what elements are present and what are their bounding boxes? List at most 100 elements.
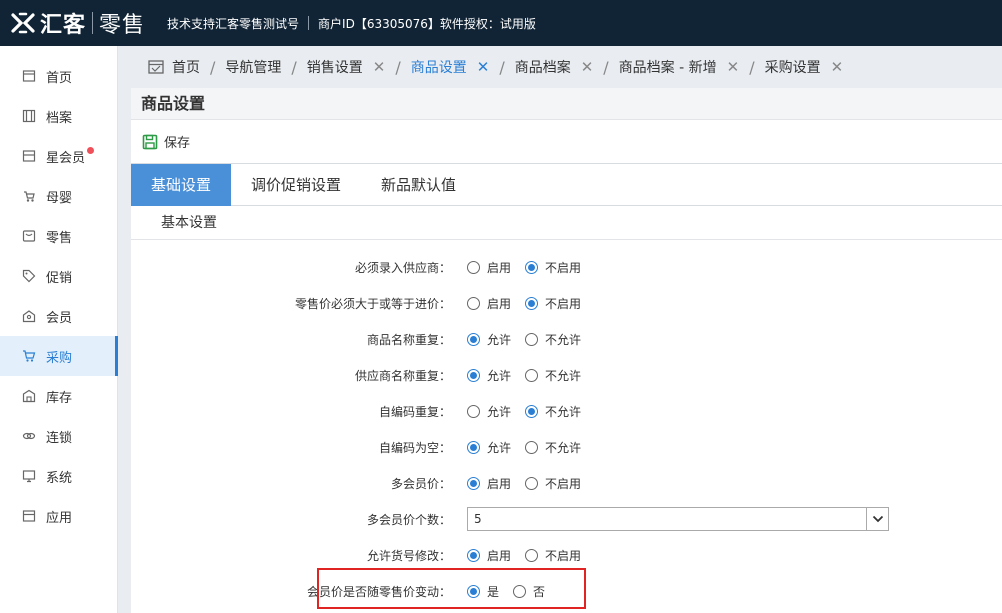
radio-button[interactable] bbox=[467, 440, 480, 454]
sidebar-item-home[interactable]: 首页 bbox=[0, 56, 117, 96]
radio-option[interactable]: 不允许 bbox=[525, 367, 581, 384]
sidebar-item-label: 采购 bbox=[46, 350, 73, 366]
page-title: 商品设置 bbox=[131, 88, 1002, 120]
sidebar: 首页 档案 星会员 母婴 零售 促销 会员 采购 库存 连锁 系统 应用 bbox=[0, 46, 118, 613]
tab-product-archive-new[interactable]: 商品档案 - 新增 ✕ bbox=[619, 57, 740, 77]
save-button[interactable]: 保存 bbox=[142, 132, 190, 151]
monitor-icon bbox=[22, 469, 36, 483]
tab-purchase-settings[interactable]: 采购设置 ✕ bbox=[765, 57, 844, 77]
radio-button[interactable] bbox=[467, 368, 480, 382]
radio-option[interactable]: 不允许 bbox=[525, 331, 581, 348]
sidebar-item-baby[interactable]: 母婴 bbox=[0, 176, 117, 216]
apps-icon bbox=[22, 509, 36, 523]
sidebar-item-member[interactable]: 会员 bbox=[0, 296, 117, 336]
radio-button[interactable] bbox=[467, 548, 480, 562]
radio-option[interactable]: 允许 bbox=[467, 331, 511, 348]
radio-label: 不启用 bbox=[545, 260, 582, 275]
info-divider bbox=[308, 16, 310, 30]
radio-label: 不允许 bbox=[545, 404, 582, 419]
close-icon[interactable]: ✕ bbox=[477, 58, 490, 76]
save-icon bbox=[142, 134, 158, 150]
radio-button[interactable] bbox=[525, 368, 539, 382]
radio-option[interactable]: 启用 bbox=[467, 295, 511, 312]
tab-separator: / bbox=[499, 57, 505, 77]
sidebar-item-system[interactable]: 系统 bbox=[0, 456, 117, 496]
close-icon[interactable]: ✕ bbox=[581, 58, 594, 76]
radio-button[interactable] bbox=[467, 260, 480, 274]
member-price-count-select[interactable]: 5 bbox=[467, 507, 889, 531]
sidebar-item-inventory[interactable]: 库存 bbox=[0, 376, 117, 416]
form-row-member-price-count: 多会员价个数： 5 bbox=[131, 501, 1002, 537]
brand-name: 汇客 bbox=[40, 13, 87, 38]
sidebar-item-label: 连锁 bbox=[46, 430, 73, 446]
tab-price-promotion-settings[interactable]: 调价促销设置 bbox=[231, 164, 361, 206]
radio-label: 不允许 bbox=[545, 332, 582, 347]
member-icon bbox=[22, 309, 36, 323]
form-row-retail-price-check: 零售价必须大于或等于进价： 启用 不启用 bbox=[131, 285, 1002, 321]
radio-button[interactable] bbox=[525, 548, 539, 562]
form-row-require-supplier: 必须录入供应商： 启用 不启用 bbox=[131, 249, 1002, 285]
warehouse-icon bbox=[22, 389, 36, 403]
field-label: 自编码重复： bbox=[378, 404, 451, 419]
radio-option[interactable]: 允许 bbox=[467, 403, 511, 420]
radio-label: 允许 bbox=[487, 440, 512, 455]
radio-button[interactable] bbox=[467, 296, 480, 310]
settings-tabs: 基础设置 调价促销设置 新品默认值 bbox=[131, 164, 1002, 206]
radio-button[interactable] bbox=[525, 332, 539, 346]
radio-button[interactable] bbox=[525, 404, 539, 418]
tab-label: 销售设置 bbox=[306, 60, 363, 76]
radio-button[interactable] bbox=[467, 476, 480, 490]
sidebar-item-label: 首页 bbox=[46, 70, 73, 86]
tab-sales-settings[interactable]: 销售设置 ✕ bbox=[307, 57, 386, 77]
radio-option[interactable]: 不允许 bbox=[525, 403, 581, 420]
radio-button[interactable] bbox=[467, 332, 480, 346]
close-icon[interactable]: ✕ bbox=[373, 58, 386, 76]
chevron-down-icon[interactable] bbox=[866, 508, 888, 530]
sidebar-item-chain[interactable]: 连锁 bbox=[0, 416, 117, 456]
radio-option[interactable]: 启用 bbox=[467, 475, 511, 492]
radio-option[interactable]: 不启用 bbox=[525, 475, 581, 492]
sidebar-item-star-member[interactable]: 星会员 bbox=[0, 136, 117, 176]
radio-option[interactable]: 不启用 bbox=[525, 259, 581, 276]
sidebar-item-promotion[interactable]: 促销 bbox=[0, 256, 117, 296]
tab-product-archive[interactable]: 商品档案 ✕ bbox=[515, 57, 594, 77]
close-icon[interactable]: ✕ bbox=[831, 58, 844, 76]
sidebar-item-label: 系统 bbox=[46, 470, 73, 486]
radio-label: 启用 bbox=[487, 548, 512, 563]
sidebar-item-archive[interactable]: 档案 bbox=[0, 96, 117, 136]
app-logo[interactable]: 汇客 零售 bbox=[10, 0, 145, 46]
radio-label: 启用 bbox=[487, 296, 512, 311]
radio-option[interactable]: 启用 bbox=[467, 547, 511, 564]
radio-button[interactable] bbox=[467, 404, 480, 418]
radio-option[interactable]: 不允许 bbox=[525, 439, 581, 456]
support-text: 技术支持汇客零售测试号 bbox=[167, 16, 300, 31]
tab-product-settings[interactable]: 商品设置 ✕ bbox=[411, 57, 490, 77]
sidebar-item-label: 星会员 bbox=[46, 150, 86, 166]
radio-button[interactable] bbox=[525, 296, 539, 310]
radio-button[interactable] bbox=[525, 476, 539, 490]
radio-button[interactable] bbox=[525, 440, 539, 454]
archive-icon bbox=[22, 109, 36, 123]
radio-option[interactable]: 允许 bbox=[467, 367, 511, 384]
sidebar-item-retail[interactable]: 零售 bbox=[0, 216, 117, 256]
sidebar-item-label: 促销 bbox=[46, 270, 73, 286]
tab-home[interactable]: 首页 bbox=[148, 57, 200, 77]
close-icon[interactable]: ✕ bbox=[727, 58, 740, 76]
sidebar-item-label: 应用 bbox=[46, 510, 73, 526]
radio-option[interactable]: 不启用 bbox=[525, 547, 581, 564]
tab-navigation[interactable]: 导航管理 bbox=[225, 57, 281, 77]
tab-basic-settings[interactable]: 基础设置 bbox=[131, 164, 232, 206]
tab-separator: / bbox=[210, 57, 216, 77]
notification-badge bbox=[87, 146, 95, 154]
tab-separator: / bbox=[395, 57, 401, 77]
radio-option[interactable]: 不启用 bbox=[525, 295, 581, 312]
tab-new-product-defaults[interactable]: 新品默认值 bbox=[361, 164, 476, 206]
radio-option[interactable]: 允许 bbox=[467, 439, 511, 456]
sidebar-item-apps[interactable]: 应用 bbox=[0, 496, 117, 536]
radio-button[interactable] bbox=[525, 260, 539, 274]
sidebar-item-purchase[interactable]: 采购 bbox=[0, 336, 118, 376]
tab-label: 商品设置 bbox=[410, 60, 467, 76]
radio-label: 允许 bbox=[487, 368, 512, 383]
product-name: 零售 bbox=[99, 13, 146, 38]
radio-option[interactable]: 启用 bbox=[467, 259, 511, 276]
